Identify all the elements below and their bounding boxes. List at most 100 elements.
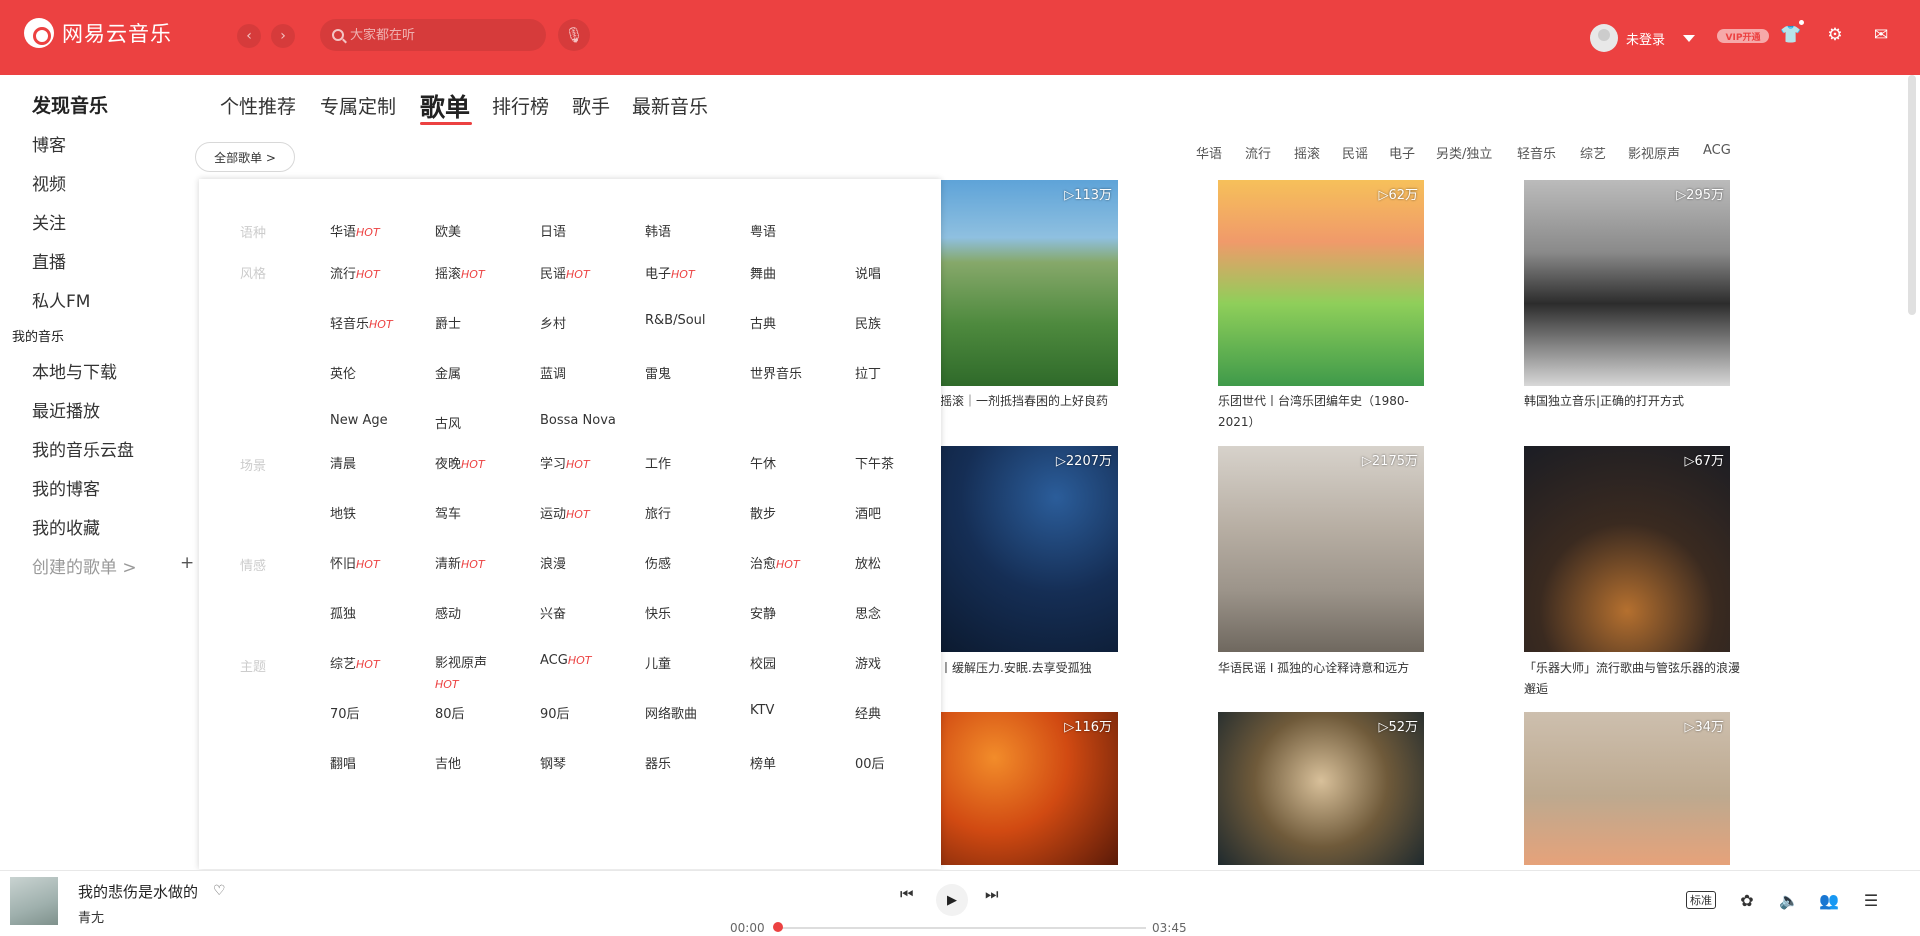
category-item[interactable]: 英伦 xyxy=(330,363,356,382)
category-item[interactable]: 散步 xyxy=(750,503,776,522)
tab-custom[interactable]: 专属定制 xyxy=(320,92,396,119)
category-item[interactable]: 器乐 xyxy=(645,753,671,772)
sound-effect-icon[interactable]: ✿ xyxy=(1736,889,1758,911)
category-item[interactable]: 粤语 xyxy=(750,221,776,240)
category-item[interactable]: 经典 xyxy=(855,703,881,722)
category-item[interactable]: 校园 xyxy=(750,653,776,672)
category-item[interactable]: 孤独 xyxy=(330,603,356,622)
sidebar-item-favorites[interactable]: 我的收藏 xyxy=(32,514,100,539)
play-button[interactable]: ▶ xyxy=(936,884,968,916)
progress-bar[interactable] xyxy=(778,927,1146,929)
sidebar-item-video[interactable]: 视频 xyxy=(32,170,66,195)
category-item[interactable]: 乡村 xyxy=(540,313,566,332)
hot-tag[interactable]: 流行 xyxy=(1245,143,1271,162)
category-item[interactable]: 夜晚HOT xyxy=(435,453,485,472)
next-track-icon[interactable]: ⏭ xyxy=(985,885,999,903)
vip-badge[interactable]: VIP开通 xyxy=(1717,29,1769,43)
category-item[interactable]: 欧美 xyxy=(435,221,461,240)
tab-artists[interactable]: 歌手 xyxy=(572,92,610,119)
playlist-title[interactable]: 摇滚｜一剂抵挡春困的上好良药 xyxy=(940,391,1160,412)
category-item[interactable]: 华语HOT xyxy=(330,221,380,240)
category-item[interactable]: 运动HOT xyxy=(540,503,590,522)
sidebar-item-blog[interactable]: 博客 xyxy=(32,131,66,156)
volume-icon[interactable]: 🔈 xyxy=(1778,889,1800,911)
category-item[interactable]: Bossa Nova xyxy=(540,413,616,428)
sidebar-item-local[interactable]: 本地与下载 xyxy=(32,358,117,383)
mail-icon[interactable]: ✉ xyxy=(1870,24,1892,46)
category-item[interactable]: 民族 xyxy=(855,313,881,332)
user-menu[interactable]: 未登录 xyxy=(1590,24,1696,52)
playlist-cover[interactable]: ▷67万 xyxy=(1524,446,1730,652)
category-item[interactable]: 游戏 xyxy=(855,653,881,672)
playlist-cover[interactable]: ▷2175万 xyxy=(1218,446,1424,652)
category-item[interactable]: 工作 xyxy=(645,453,671,472)
previous-track-icon[interactable]: ⏮ xyxy=(900,885,914,903)
category-item[interactable]: 雷鬼 xyxy=(645,363,671,382)
category-item[interactable]: 学习HOT xyxy=(540,453,590,472)
category-item[interactable]: 地铁 xyxy=(330,503,356,522)
search-box[interactable] xyxy=(320,19,546,51)
category-item[interactable]: 清新HOT xyxy=(435,553,485,572)
playlist-cover[interactable]: ▷116万 xyxy=(912,712,1118,865)
category-item[interactable]: 浪漫 xyxy=(540,553,566,572)
add-playlist-icon[interactable]: + xyxy=(180,553,194,573)
category-item[interactable]: 民谣HOT xyxy=(540,263,590,282)
playlist-cover[interactable]: ▷62万 xyxy=(1218,180,1424,386)
category-item[interactable]: 流行HOT xyxy=(330,263,380,282)
hot-tag[interactable]: 另类/独立 xyxy=(1436,143,1492,162)
hot-tag[interactable]: 民谣 xyxy=(1342,143,1368,162)
playlist-title[interactable]: 丨缓解压力.安眠.去享受孤独 xyxy=(940,658,1160,679)
tab-charts[interactable]: 排行榜 xyxy=(492,92,549,119)
category-item[interactable]: 怀旧HOT xyxy=(330,553,380,572)
category-item[interactable]: 轻音乐HOT xyxy=(330,313,393,332)
category-item[interactable]: 日语 xyxy=(540,221,566,240)
gear-icon[interactable]: ⚙ xyxy=(1824,24,1846,46)
back-button[interactable]: ‹ xyxy=(237,24,261,48)
category-item[interactable]: 舞曲 xyxy=(750,263,776,282)
sidebar-item-follow[interactable]: 关注 xyxy=(32,209,66,234)
listen-together-icon[interactable]: 👥 xyxy=(1818,889,1840,911)
category-item[interactable]: 影视原声 HOT xyxy=(435,653,487,695)
avatar[interactable] xyxy=(1590,24,1618,52)
artist-name[interactable]: 青尢 xyxy=(78,907,104,926)
category-item[interactable]: 酒吧 xyxy=(855,503,881,522)
app-logo[interactable]: 网易云音乐 xyxy=(24,18,172,48)
category-item[interactable]: 兴奋 xyxy=(540,603,566,622)
category-item[interactable]: 90后 xyxy=(540,703,570,722)
sidebar-item-created-playlists[interactable]: 创建的歌单 > xyxy=(32,553,137,578)
category-item[interactable]: 拉丁 xyxy=(855,363,881,382)
playlist-title[interactable]: 韩国独立音乐|正确的打开方式 xyxy=(1524,391,1744,412)
category-item[interactable]: 蓝调 xyxy=(540,363,566,382)
category-item[interactable]: 古典 xyxy=(750,313,776,332)
category-item[interactable]: 快乐 xyxy=(645,603,671,622)
category-item[interactable]: 驾车 xyxy=(435,503,461,522)
playlist-title[interactable]: 「乐器大师」流行歌曲与管弦乐器的浪漫邂逅 xyxy=(1524,658,1744,700)
category-item[interactable]: 午休 xyxy=(750,453,776,472)
category-item[interactable]: 00后 xyxy=(855,753,885,772)
category-item[interactable]: 翻唱 xyxy=(330,753,356,772)
playlist-cover[interactable]: ▷113万 xyxy=(912,180,1118,386)
playlist-title[interactable]: 乐团世代丨台湾乐团编年史（1980-2021） xyxy=(1218,391,1428,433)
category-item[interactable]: 儿童 xyxy=(645,653,671,672)
login-status[interactable]: 未登录 xyxy=(1626,29,1665,48)
hot-tag[interactable]: 影视原声 xyxy=(1628,143,1680,162)
song-title[interactable]: 我的悲伤是水做的 xyxy=(78,881,198,902)
hot-tag[interactable]: 电子 xyxy=(1389,143,1415,162)
playlist-cover[interactable]: ▷52万 xyxy=(1218,712,1424,865)
hot-tag[interactable]: 综艺 xyxy=(1580,143,1606,162)
category-item[interactable]: R&B/Soul xyxy=(645,313,706,328)
all-playlists-button[interactable]: 全部歌单 > xyxy=(195,142,295,172)
category-item[interactable]: 吉他 xyxy=(435,753,461,772)
category-item[interactable]: 放松 xyxy=(855,553,881,572)
scrollbar[interactable] xyxy=(1908,75,1916,315)
category-item[interactable]: 综艺HOT xyxy=(330,653,380,672)
category-item[interactable]: 韩语 xyxy=(645,221,671,240)
category-item[interactable]: 思念 xyxy=(855,603,881,622)
category-item[interactable]: 爵士 xyxy=(435,313,461,332)
category-item[interactable]: ACGHOT xyxy=(540,653,591,668)
sidebar-item-my-blog[interactable]: 我的博客 xyxy=(32,475,100,500)
category-item[interactable]: KTV xyxy=(750,703,774,718)
category-item[interactable]: 网络歌曲 xyxy=(645,703,697,722)
tab-new-music[interactable]: 最新音乐 xyxy=(632,92,708,119)
tab-playlists[interactable]: 歌单 xyxy=(420,88,470,124)
